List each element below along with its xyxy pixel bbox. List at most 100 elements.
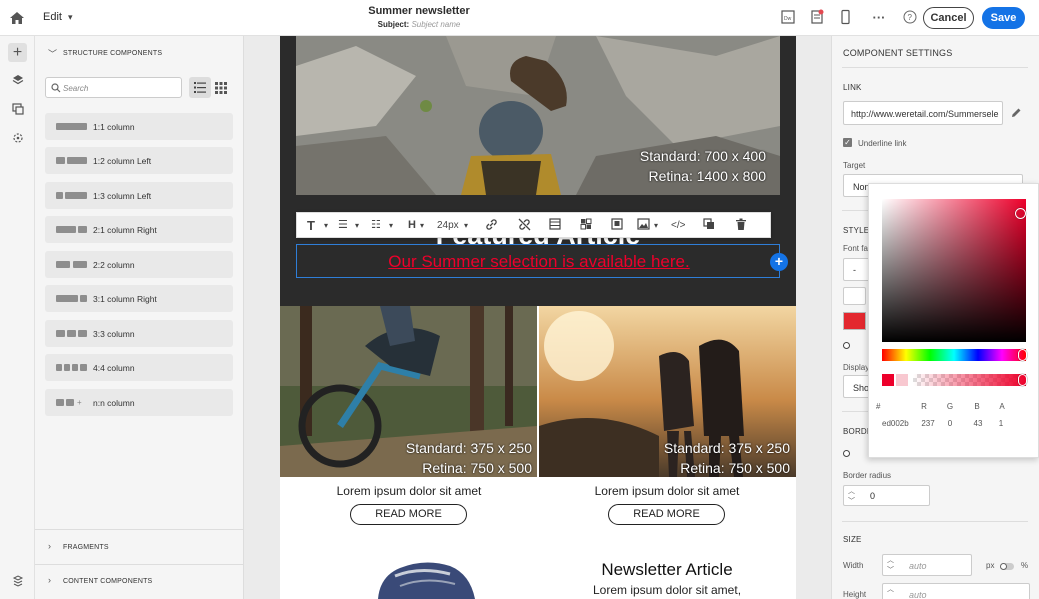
previous-color-swatch (896, 374, 908, 386)
border-slider-handle[interactable] (843, 450, 850, 457)
r-input[interactable]: 237 (916, 419, 940, 428)
background-color-swatch[interactable] (843, 287, 866, 305)
selected-link-block[interactable]: Our Summer selection is available here. (296, 244, 780, 278)
display-value: Sho (853, 383, 870, 393)
validation-icon[interactable] (808, 9, 826, 27)
text-style-icon[interactable]: T (307, 218, 315, 233)
align-icon[interactable]: ☰ (338, 218, 348, 233)
svg-text:Dw: Dw (784, 16, 792, 22)
unit-toggle[interactable] (1000, 563, 1014, 570)
component-2-1-column-right[interactable]: 2:1 column Right (45, 216, 233, 243)
b-input[interactable]: 43 (966, 419, 990, 428)
chevron-down-icon[interactable]: ▾ (420, 218, 424, 233)
component-4-4-column[interactable]: 4:4 column (45, 354, 233, 381)
chevron-up-icon[interactable]: ︿ (887, 555, 894, 565)
assets-icon[interactable] (8, 102, 27, 121)
email-body: Standard: 700 x 400Retina: 1400 x 800 Fe… (280, 36, 796, 599)
chevron-right-icon[interactable]: › (48, 541, 51, 551)
chevron-down-icon[interactable]: ﹀ (848, 496, 855, 506)
hero-size-standard: Standard: 700 x 400 (639, 148, 766, 164)
fragments-heading[interactable]: FRAGMENTS (63, 544, 109, 551)
slider-handle[interactable] (843, 342, 850, 349)
link-url-input[interactable]: http://www.weretail.com/Summersele (843, 101, 1003, 125)
component-1-3-column-left[interactable]: 1:3 column Left (45, 182, 233, 209)
chevron-down-icon[interactable]: ▾ (464, 218, 468, 233)
bike-size-standard: Standard: 375 x 250 (405, 440, 532, 456)
chevron-down-icon[interactable]: ▾ (654, 218, 658, 233)
newsletter-article-lorem[interactable]: Lorem ipsum dolor sit amet, (538, 583, 796, 597)
chevron-up-icon[interactable]: ︿ (848, 486, 855, 496)
help-icon[interactable]: ? (901, 9, 919, 27)
saturation-handle[interactable] (1015, 208, 1026, 219)
hue-handle[interactable] (1018, 349, 1027, 361)
delete-icon[interactable] (735, 218, 747, 233)
grid-view-icon[interactable] (215, 81, 229, 95)
col1-lorem[interactable]: Lorem ipsum dolor sit amet (280, 484, 538, 498)
chevron-right-icon[interactable]: › (48, 575, 51, 585)
search-input[interactable]: Search (45, 77, 182, 98)
duplicate-icon[interactable] (703, 218, 715, 233)
unlink-icon[interactable] (518, 218, 531, 233)
read-more-button[interactable]: READ MORE (350, 504, 467, 525)
newsletter-article-title[interactable]: Newsletter Article (538, 560, 796, 580)
code-icon[interactable]: </> (671, 218, 685, 233)
link-icon[interactable] (485, 218, 498, 233)
chevron-down-icon[interactable]: ▾ (324, 218, 328, 233)
summer-selection-link[interactable]: Our Summer selection is available here. (297, 252, 781, 272)
structure-components-heading[interactable]: STRUCTURE COMPONENTS (63, 50, 162, 57)
component-2-2-column[interactable]: 2:2 column (45, 251, 233, 278)
list-icon[interactable]: ☷ (371, 218, 381, 233)
more-icon[interactable]: ··· (870, 9, 888, 27)
width-stepper[interactable]: ︿ ﹀ auto (882, 554, 972, 576)
component-label: 2:1 column Right (93, 225, 157, 235)
content-components-heading[interactable]: CONTENT COMPONENTS (63, 578, 152, 585)
saturation-area[interactable] (882, 199, 1026, 342)
height-stepper[interactable]: ︿ auto (882, 583, 1030, 599)
device-icon[interactable] (836, 9, 854, 27)
component-label: n:n column (93, 398, 135, 408)
component-1-2-column-left[interactable]: 1:2 column Left (45, 147, 233, 174)
edit-pencil-icon[interactable] (1010, 107, 1022, 119)
image-block-icon[interactable] (611, 218, 623, 233)
personalization-icon[interactable] (8, 131, 27, 150)
layers-icon[interactable] (8, 73, 27, 92)
settings-layers-icon[interactable] (8, 574, 27, 593)
add-component-icon[interactable]: + (770, 253, 788, 271)
add-icon[interactable]: + (8, 43, 27, 62)
read-more-button[interactable]: READ MORE (608, 504, 725, 525)
alpha-slider[interactable] (913, 374, 1026, 386)
component-settings-title: COMPONENT SETTINGS (843, 48, 953, 58)
subject-line[interactable]: Subject: Subject name (0, 20, 838, 29)
list-view-icon[interactable] (189, 77, 211, 98)
component-3-3-column[interactable]: 3:3 column (45, 320, 233, 347)
chevron-down-icon[interactable]: ﹀ (48, 47, 57, 60)
col2-lorem[interactable]: Lorem ipsum dolor sit amet (538, 484, 796, 498)
text-color-swatch[interactable] (843, 312, 866, 330)
border-radius-stepper[interactable]: ︿ ﹀ 0 (843, 485, 930, 506)
chevron-down-icon[interactable]: ﹀ (887, 565, 894, 575)
component-label: 4:4 column (93, 363, 135, 373)
link-heading: LINK (843, 83, 862, 92)
size-heading: SIZE (843, 535, 862, 544)
heading-icon[interactable]: H (408, 218, 416, 233)
chevron-down-icon[interactable]: ▾ (355, 218, 359, 233)
g-input[interactable]: 0 (938, 419, 962, 428)
hue-slider[interactable] (882, 349, 1026, 361)
structure-panel: ﹀ STRUCTURE COMPONENTS Search 1:1 column… (35, 36, 244, 599)
cancel-button[interactable]: Cancel (923, 7, 974, 29)
image-icon[interactable] (637, 218, 650, 233)
shoe-image[interactable] (370, 558, 480, 599)
component-3-1-column-right[interactable]: 3:1 column Right (45, 285, 233, 312)
underline-checkbox[interactable]: ✓ (843, 138, 852, 147)
font-size-select[interactable]: 24px (437, 218, 459, 233)
table-icon[interactable] (549, 218, 561, 233)
mobile-preview-icon[interactable]: Dw (779, 9, 797, 27)
alpha-handle[interactable] (1018, 374, 1027, 386)
structure-icon[interactable] (580, 218, 592, 233)
a-input[interactable]: 1 (989, 419, 1013, 428)
component-1-1-column[interactable]: 1:1 column (45, 113, 233, 140)
chevron-up-icon[interactable]: ︿ (887, 584, 894, 594)
save-button[interactable]: Save (982, 7, 1025, 29)
component-n-n-column[interactable]: + n:n column (45, 389, 233, 416)
chevron-down-icon[interactable]: ▾ (389, 218, 393, 233)
